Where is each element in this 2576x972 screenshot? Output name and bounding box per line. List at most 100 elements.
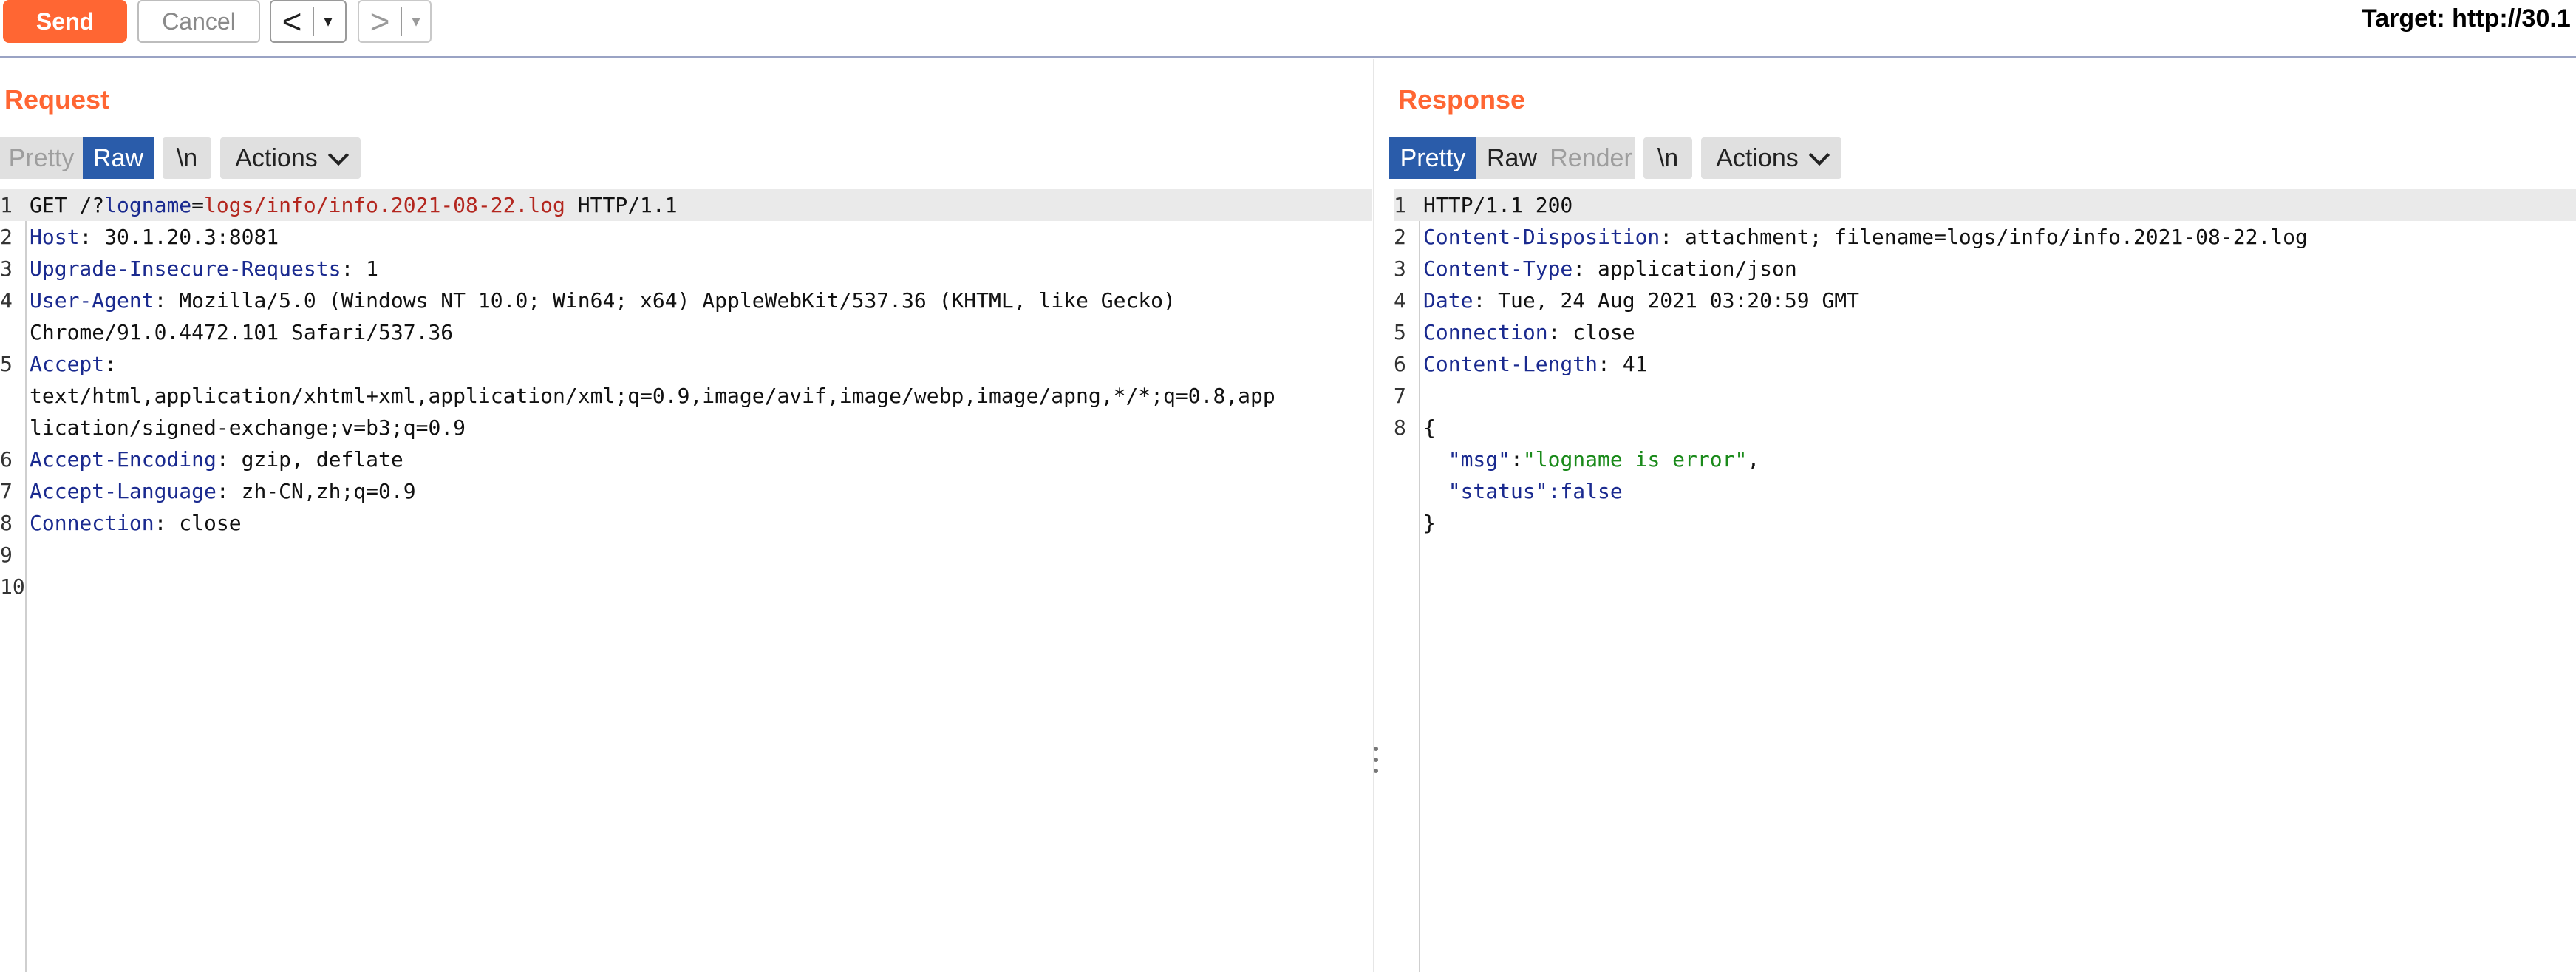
tab-pretty[interactable]: Pretty bbox=[1389, 137, 1476, 179]
code-line[interactable]: 5 Connection: close bbox=[1394, 316, 2576, 348]
code-token: : zh-CN,zh;q=0.9 bbox=[216, 479, 416, 503]
code-line[interactable]: 1 HTTP/1.1 200 bbox=[1394, 189, 2576, 221]
code-line[interactable]: 2 Content-Disposition: attachment; filena… bbox=[1394, 221, 2576, 253]
code-text: Host: 30.1.20.3:8081 bbox=[30, 221, 279, 253]
line-number: 3 bbox=[1394, 256, 1406, 281]
code-text: Connection: close bbox=[1423, 316, 1635, 348]
code-line[interactable]: text/html,application/xhtml+xml,applicat… bbox=[0, 380, 1372, 412]
actions-menu-button[interactable]: Actions bbox=[1701, 137, 1841, 179]
code-line[interactable]: 3 Upgrade-Insecure-Requests: 1 bbox=[0, 253, 1372, 285]
code-line[interactable]: 8{ bbox=[1394, 412, 2576, 443]
send-button[interactable]: Send bbox=[3, 0, 127, 43]
tab-render[interactable]: Render bbox=[1547, 137, 1635, 179]
code-token: Upgrade-Insecure-Requests bbox=[30, 256, 341, 281]
code-token: : bbox=[1510, 447, 1523, 472]
code-token: : close bbox=[1547, 320, 1635, 344]
code-text: Date: Tue, 24 Aug 2021 03:20:59 GMT bbox=[1423, 285, 1859, 316]
code-token: : 41 bbox=[1598, 352, 1648, 376]
history-back-button[interactable]: < ▾ bbox=[270, 0, 347, 43]
code-token: : 1 bbox=[341, 256, 379, 281]
cancel-button[interactable]: Cancel bbox=[137, 0, 260, 43]
newline-toggle[interactable]: \n bbox=[163, 137, 211, 179]
code-text: HTTP/1.1 200 bbox=[1423, 189, 1572, 221]
line-number: 5 bbox=[0, 352, 13, 376]
code-token: { bbox=[1423, 415, 1436, 440]
code-token: Content-Length bbox=[1423, 352, 1598, 376]
code-text: text/html,application/xhtml+xml,applicat… bbox=[30, 380, 1275, 412]
line-number: 2 bbox=[1394, 225, 1406, 249]
request-title: Request bbox=[4, 84, 110, 115]
line-number: 4 bbox=[1394, 288, 1406, 313]
line-number: 3 bbox=[0, 256, 13, 281]
tab-raw[interactable]: Raw bbox=[83, 137, 154, 179]
code-line[interactable]: } bbox=[1394, 507, 2576, 539]
top-toolbar: Send Cancel < ▾ > ▾ Target: http://30.1 bbox=[0, 0, 2576, 58]
code-token: } bbox=[1423, 511, 1436, 535]
line-number: 4 bbox=[0, 288, 13, 313]
code-line[interactable]: 5 Accept: bbox=[0, 348, 1372, 380]
code-line[interactable]: 10 bbox=[0, 571, 1372, 602]
code-text: Accept-Encoding: gzip, deflate bbox=[30, 443, 403, 475]
dropdown-arrow-icon[interactable]: ▾ bbox=[402, 12, 430, 31]
code-token: : bbox=[104, 352, 117, 376]
split-divider[interactable] bbox=[1373, 59, 1374, 972]
target-label[interactable]: Target: http://30.1 bbox=[2362, 4, 2571, 33]
actions-menu-button[interactable]: Actions bbox=[220, 137, 361, 179]
line-number: 1 bbox=[1394, 193, 1406, 217]
code-token: "status" bbox=[1423, 479, 1548, 503]
chevron-left-icon: < bbox=[282, 2, 302, 41]
code-token: logs/info/info.2021-08-22.log bbox=[204, 193, 565, 217]
code-token: lication/signed-exchange;v=b3;q=0.9 bbox=[30, 415, 466, 440]
newline-toggle[interactable]: \n bbox=[1643, 137, 1692, 179]
code-token: Connection bbox=[30, 511, 154, 535]
code-text: Content-Length: 41 bbox=[1423, 348, 1647, 380]
request-tabbar: Pretty Raw \n Actions bbox=[0, 137, 361, 179]
drag-handle-icon[interactable] bbox=[1373, 747, 1379, 773]
code-token: HTTP/1.1 200 bbox=[1423, 193, 1573, 217]
code-line[interactable]: "msg":"logname is error", bbox=[1394, 443, 2576, 475]
code-text: Content-Disposition: attachment; filenam… bbox=[1423, 221, 2308, 253]
line-number: 1 bbox=[0, 193, 13, 217]
code-line[interactable]: 4 Date: Tue, 24 Aug 2021 03:20:59 GMT bbox=[1394, 285, 2576, 316]
code-text: Content-Type: application/json bbox=[1423, 253, 1797, 285]
code-line[interactable]: 4 User-Agent: Mozilla/5.0 (Windows NT 10.… bbox=[0, 285, 1372, 316]
code-line[interactable]: 2 Host: 30.1.20.3:8081 bbox=[0, 221, 1372, 253]
code-line[interactable]: Chrome/91.0.4472.101 Safari/537.36 bbox=[0, 316, 1372, 348]
code-line[interactable]: 8 Connection: close bbox=[0, 507, 1372, 539]
code-line[interactable]: 3 Content-Type: application/json bbox=[1394, 253, 2576, 285]
line-number: 7 bbox=[0, 479, 13, 503]
line-number: 6 bbox=[0, 447, 13, 472]
history-forward-button[interactable]: > ▾ bbox=[358, 0, 432, 43]
code-token: : attachment; filename=logs/info/info.20… bbox=[1660, 225, 2308, 249]
line-number: 9 bbox=[0, 543, 13, 567]
dropdown-arrow-icon[interactable]: ▾ bbox=[314, 12, 342, 31]
code-token: HTTP/1.1 bbox=[565, 193, 678, 217]
tab-raw[interactable]: Raw bbox=[1476, 137, 1547, 179]
code-token: Accept-Encoding bbox=[30, 447, 217, 472]
line-number: 7 bbox=[1394, 384, 1406, 408]
code-token: : Tue, 24 Aug 2021 03:20:59 GMT bbox=[1473, 288, 1860, 313]
code-token: : close bbox=[154, 511, 242, 535]
response-tabbar: Pretty Raw Render \n Actions bbox=[1389, 137, 1841, 179]
code-token: :false bbox=[1547, 479, 1623, 503]
code-line[interactable]: 6 Accept-Encoding: gzip, deflate bbox=[0, 443, 1372, 475]
code-line[interactable]: lication/signed-exchange;v=b3;q=0.9 bbox=[0, 412, 1372, 443]
code-text: Upgrade-Insecure-Requests: 1 bbox=[30, 253, 378, 285]
code-text: "msg":"logname is error", bbox=[1423, 443, 1759, 475]
code-token: = bbox=[191, 193, 205, 217]
code-token: Connection bbox=[1423, 320, 1548, 344]
code-text: "status":false bbox=[1423, 475, 1623, 507]
code-text: Accept: bbox=[30, 348, 117, 380]
code-token: Host bbox=[30, 225, 80, 249]
code-token: Accept bbox=[30, 352, 105, 376]
code-token: : gzip, deflate bbox=[216, 447, 403, 472]
actions-label: Actions bbox=[235, 143, 318, 172]
code-line[interactable]: 9 bbox=[0, 539, 1372, 571]
tab-pretty[interactable]: Pretty bbox=[0, 137, 83, 179]
code-line[interactable]: "status":false bbox=[1394, 475, 2576, 507]
code-line[interactable]: 1 GET /?logname=logs/info/info.2021-08-22… bbox=[0, 189, 1372, 221]
code-line[interactable]: 7 Accept-Language: zh-CN,zh;q=0.9 bbox=[0, 475, 1372, 507]
code-line[interactable]: 6 Content-Length: 41 bbox=[1394, 348, 2576, 380]
code-line[interactable]: 7 bbox=[1394, 380, 2576, 412]
code-token: , bbox=[1747, 447, 1760, 472]
